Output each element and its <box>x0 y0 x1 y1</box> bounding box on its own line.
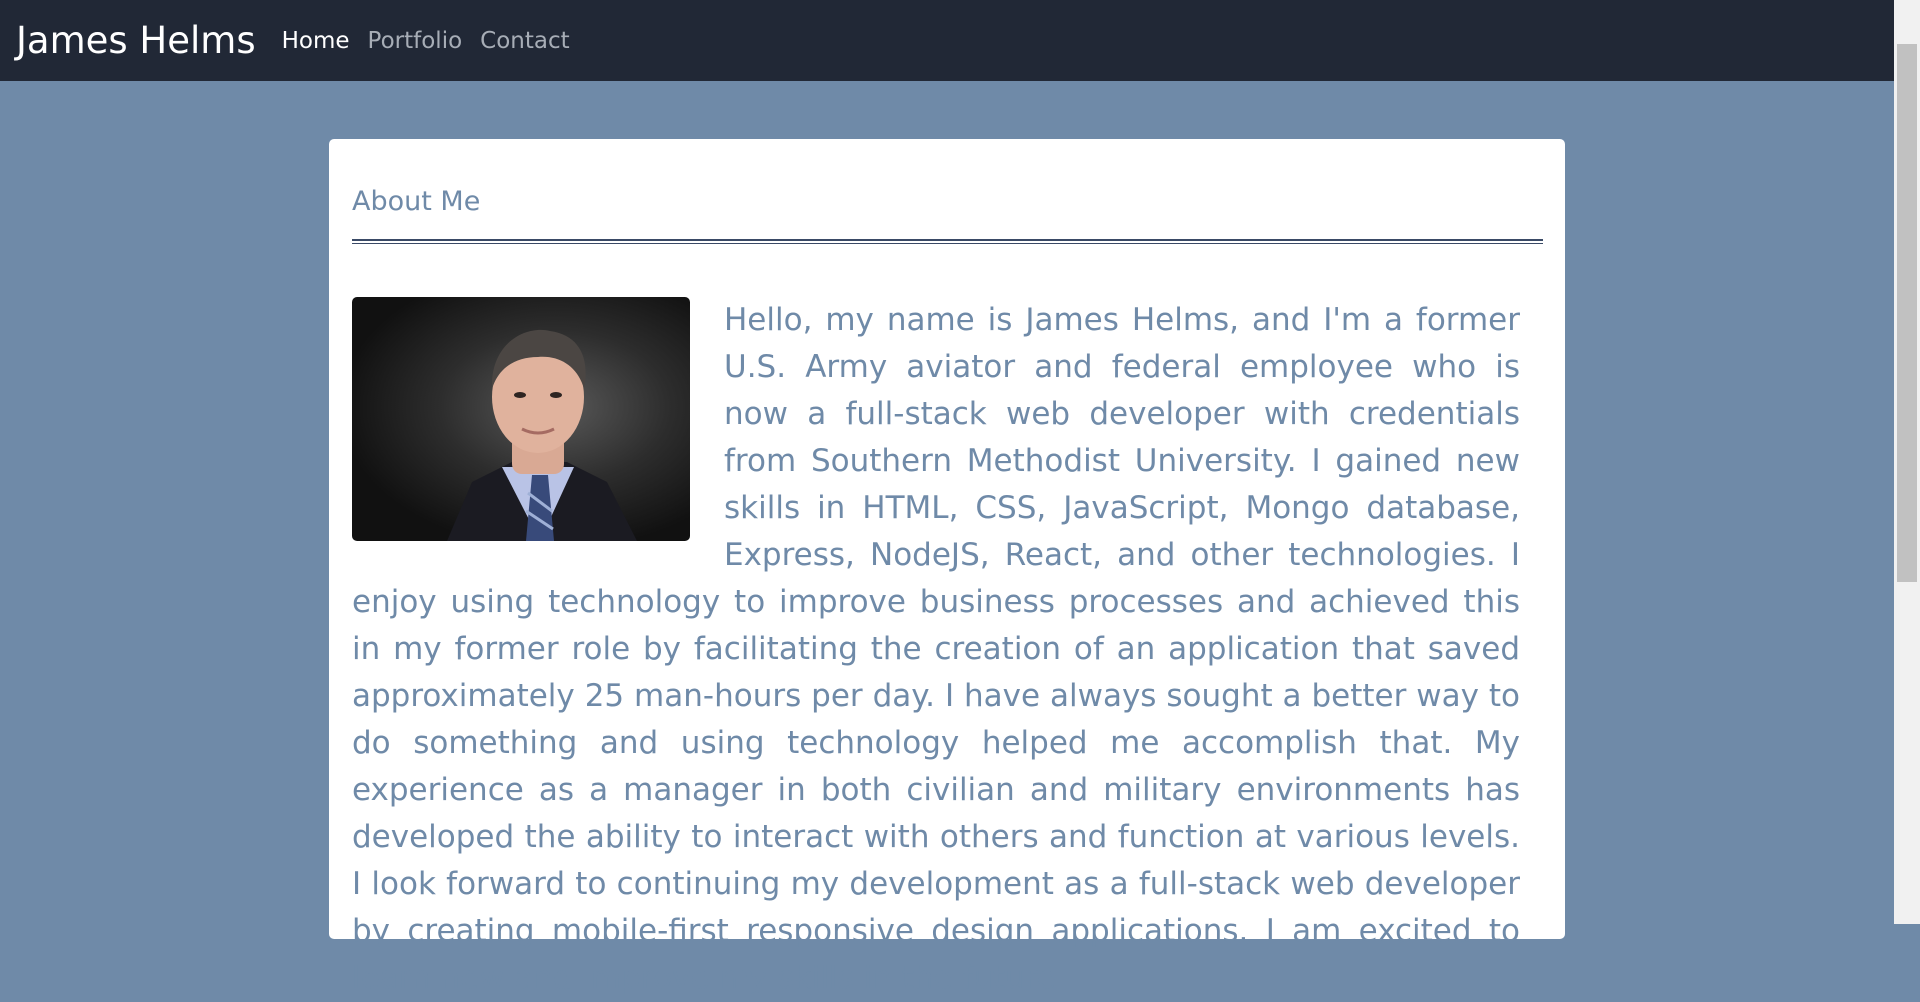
about-title: About Me <box>352 186 481 217</box>
top-navbar: James Helms Home Portfolio Contact <box>0 0 1894 81</box>
title-divider <box>352 239 1543 244</box>
portrait-photo <box>352 297 690 541</box>
scrollbar-thumb[interactable] <box>1897 44 1917 582</box>
about-card: About Me Hello, my name is James Helms, … <box>329 139 1565 996</box>
nav-link-contact[interactable]: Contact <box>480 28 569 54</box>
nav-link-portfolio[interactable]: Portfolio <box>368 28 463 54</box>
about-content: Hello, my name is James Helms, and I'm a… <box>352 297 1520 1002</box>
portrait-illustration <box>447 329 637 541</box>
vertical-scrollbar[interactable] <box>1894 0 1920 924</box>
brand-name[interactable]: James Helms <box>16 19 256 62</box>
nav-link-home[interactable]: Home <box>282 28 350 54</box>
